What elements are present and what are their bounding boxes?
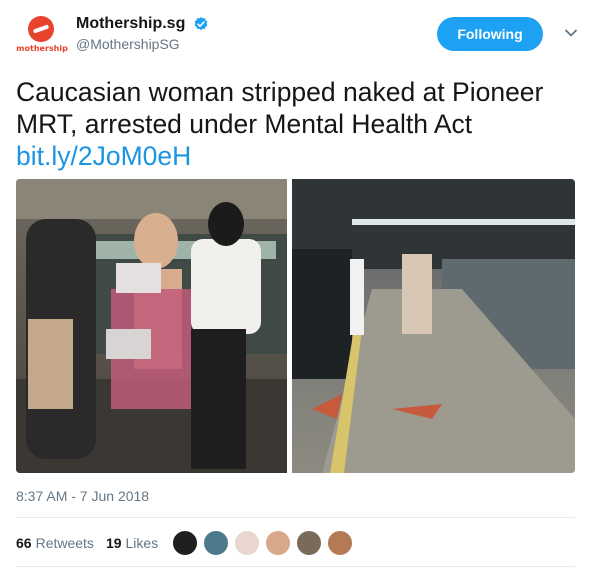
avatar[interactable] [327, 530, 353, 556]
retweets-count[interactable]: 66 [16, 535, 32, 551]
avatar[interactable] [296, 530, 322, 556]
tweet-body: Caucasian woman stripped naked at Pionee… [16, 77, 544, 139]
tweet-header: mothership Mothership.sg @MothershipSG F… [16, 10, 591, 60]
tweet-link[interactable]: bit.ly/2JoM0eH [16, 141, 191, 171]
display-name[interactable]: Mothership.sg [76, 15, 185, 33]
account-names: Mothership.sg @MothershipSG [76, 15, 209, 52]
following-button[interactable]: Following [437, 17, 543, 51]
divider-top [16, 517, 575, 518]
photo-right-scene [292, 179, 575, 473]
avatar[interactable] [234, 530, 260, 556]
liker-avatars [172, 530, 358, 556]
tweet-text: Caucasian woman stripped naked at Pionee… [16, 76, 586, 172]
tweet-media[interactable] [16, 179, 575, 473]
photo-left-scene [16, 179, 287, 473]
account-handle[interactable]: @MothershipSG [76, 36, 209, 52]
likes-count[interactable]: 19 [106, 535, 122, 551]
chevron-down-icon[interactable] [564, 26, 578, 40]
logo-wordmark: mothership [16, 44, 68, 53]
tweet-stats: 66 Retweets 19 Likes [16, 528, 170, 558]
photo-station-platform-left[interactable] [16, 179, 287, 473]
avatar[interactable] [265, 530, 291, 556]
account-avatar[interactable]: mothership [16, 16, 68, 60]
retweets-label[interactable]: Retweets [36, 535, 94, 551]
photo-station-platform-right[interactable] [292, 179, 575, 473]
tweet-timestamp[interactable]: 8:37 AM - 7 Jun 2018 [16, 488, 149, 504]
divider-bottom [16, 566, 575, 567]
mothership-logo-icon [28, 16, 54, 42]
avatar[interactable] [203, 530, 229, 556]
avatar[interactable] [172, 530, 198, 556]
likes-label[interactable]: Likes [126, 535, 159, 551]
verified-badge-icon [194, 17, 208, 31]
